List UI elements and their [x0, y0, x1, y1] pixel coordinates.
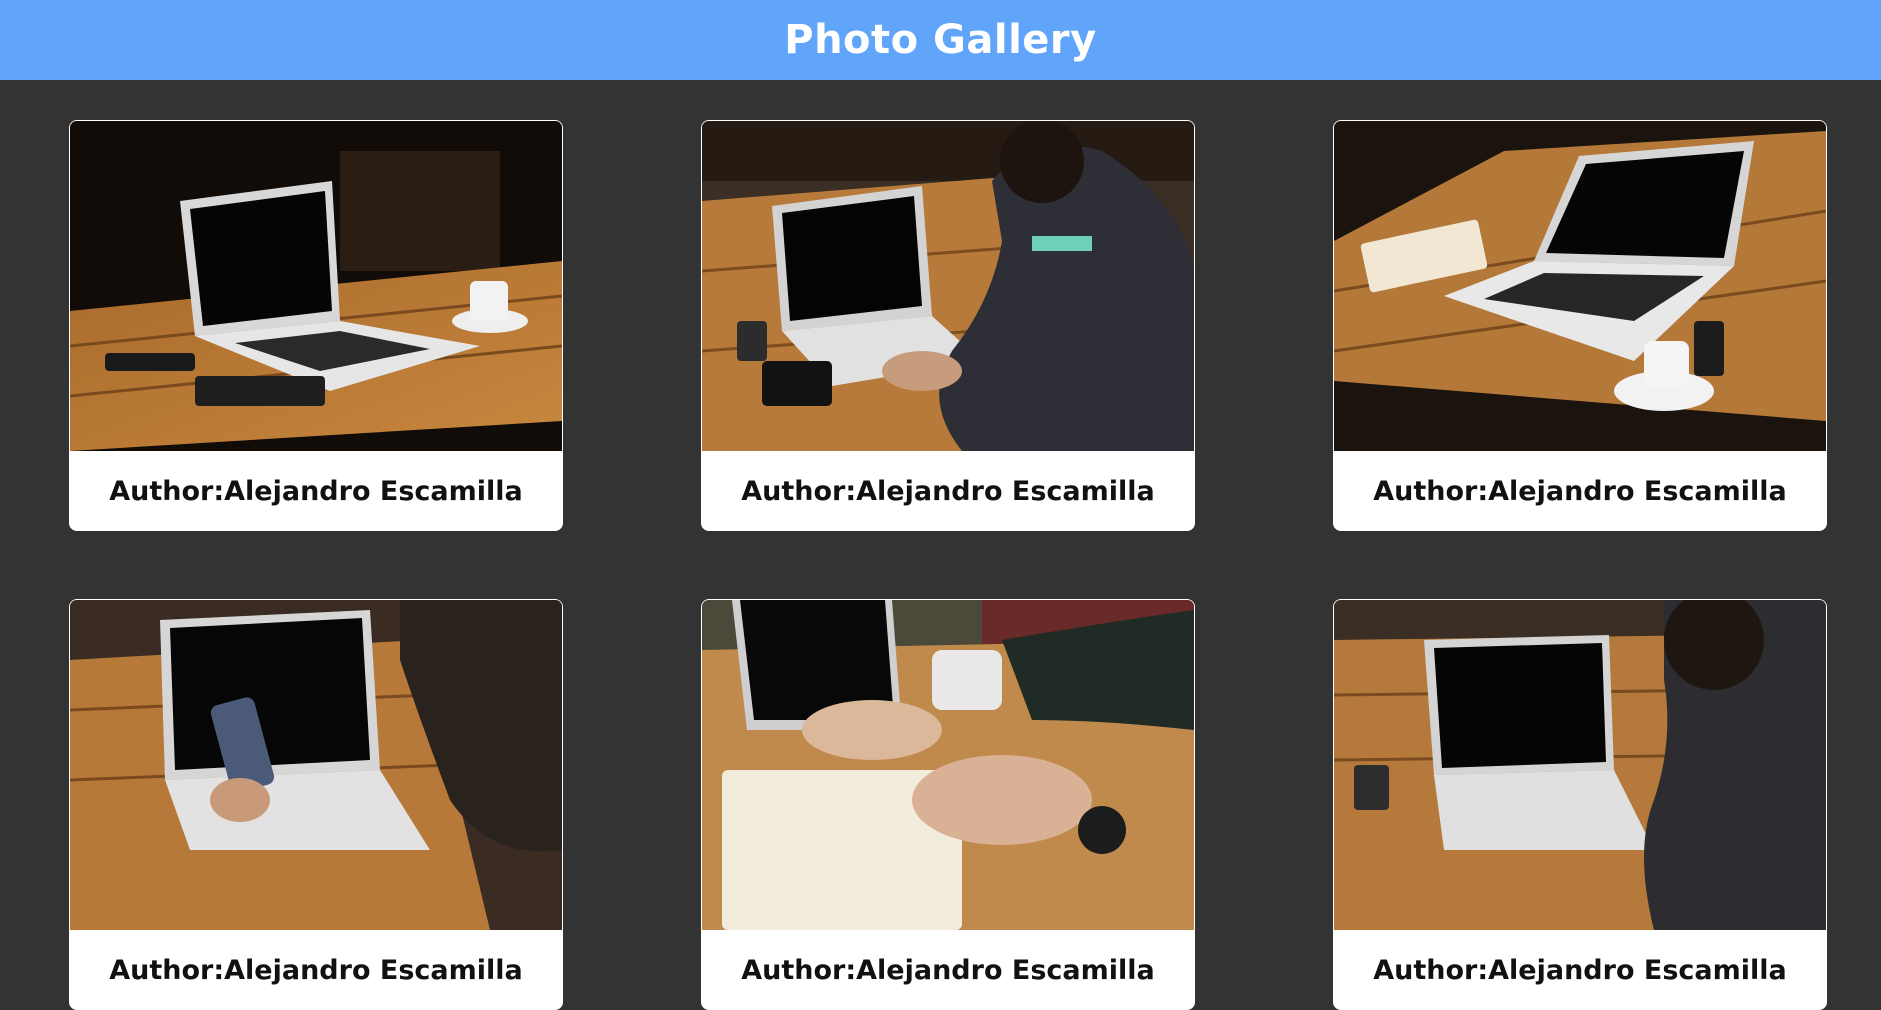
- author-caption: Author:Alejandro Escamilla: [109, 475, 523, 507]
- page-title: Photo Gallery: [784, 17, 1097, 63]
- photo-card[interactable]: Author:Alejandro Escamilla: [69, 120, 563, 531]
- photo-card[interactable]: Author:Alejandro Escamilla: [701, 120, 1195, 531]
- photo-image[interactable]: [702, 600, 1194, 930]
- photo-card[interactable]: Author:Alejandro Escamilla: [701, 599, 1195, 1010]
- author-caption: Author:Alejandro Escamilla: [1373, 475, 1787, 507]
- photo-image[interactable]: [70, 600, 562, 930]
- photo-grid: Author:Alejandro Escamilla Author:Alejan…: [0, 80, 1881, 1010]
- photo-card[interactable]: Author:Alejandro Escamilla: [1333, 120, 1827, 531]
- photo-image[interactable]: [702, 121, 1194, 451]
- photo-card[interactable]: Author:Alejandro Escamilla: [69, 599, 563, 1010]
- author-caption: Author:Alejandro Escamilla: [741, 954, 1155, 986]
- author-caption: Author:Alejandro Escamilla: [1373, 954, 1787, 986]
- photo-image[interactable]: [70, 121, 562, 451]
- app-header: Photo Gallery: [0, 0, 1881, 80]
- photo-card[interactable]: Author:Alejandro Escamilla: [1333, 599, 1827, 1010]
- author-caption: Author:Alejandro Escamilla: [741, 475, 1155, 507]
- photo-image[interactable]: [1334, 121, 1826, 451]
- photo-image[interactable]: [1334, 600, 1826, 930]
- author-caption: Author:Alejandro Escamilla: [109, 954, 523, 986]
